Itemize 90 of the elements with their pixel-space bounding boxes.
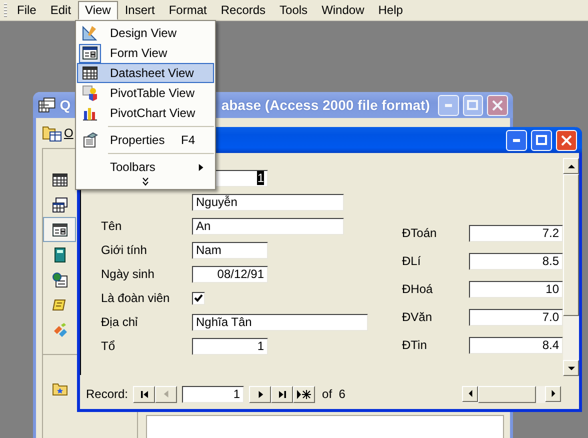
previous-record-button[interactable] (155, 386, 178, 402)
field-label: ĐHoá (402, 282, 434, 296)
input-field[interactable]: Nghĩa Tân (192, 314, 368, 330)
new-record-icon (297, 390, 312, 398)
input-field[interactable]: Nguyễn (192, 194, 344, 210)
menu-item[interactable]: Tools (272, 0, 315, 20)
minimize-button[interactable] (506, 130, 527, 150)
maximize-button[interactable] (531, 130, 552, 150)
bar-chart-icon (82, 105, 98, 121)
window-title: abase (Access 2000 file format) (221, 97, 430, 113)
checkbox[interactable] (192, 292, 205, 304)
scroll-icon (52, 296, 68, 312)
input-field[interactable]: 10 (469, 280, 563, 298)
submenu-arrow-icon (198, 164, 205, 170)
menu-item[interactable]: Form View (77, 43, 214, 63)
next-record-button[interactable] (249, 386, 272, 402)
menu-item[interactable]: Insert (118, 0, 162, 20)
last-record-button[interactable] (271, 386, 294, 402)
menu-item[interactable]: Edit (43, 0, 78, 20)
menu-item[interactable]: Window (314, 0, 372, 20)
menu-item[interactable]: View (78, 0, 118, 20)
puzzle-icon (52, 322, 68, 338)
input-field[interactable]: Nam (192, 242, 268, 258)
field-label: ĐLí (402, 254, 422, 268)
menu-item[interactable]: Design View (77, 23, 214, 43)
new-record-button[interactable] (293, 386, 316, 402)
maximize-icon (467, 100, 478, 110)
minimize-icon (444, 104, 452, 106)
query-icon (52, 196, 68, 212)
last-icon (278, 390, 286, 398)
field-label: Tổ (101, 339, 116, 353)
page-icon (52, 272, 68, 288)
left-arrow-icon (466, 390, 474, 397)
report-icon (52, 246, 68, 262)
down-arrow-icon (568, 364, 574, 372)
menu-item[interactable]: PivotChart View (77, 103, 214, 123)
right-arrow-icon (256, 390, 264, 398)
grid-icon (82, 65, 98, 81)
input-field[interactable]: An (192, 218, 344, 234)
field-label: Giới tính (101, 243, 148, 257)
open-label[interactable]: O (64, 126, 74, 140)
menu-item[interactable]: Records (214, 0, 273, 20)
menu-item[interactable]: Datasheet View (77, 63, 214, 83)
form-icon (52, 222, 68, 238)
record-number-field[interactable]: 1 (182, 386, 244, 402)
table-icon (52, 172, 68, 188)
minimize-icon (513, 138, 520, 142)
right-arrow-icon (550, 390, 556, 397)
pivot-table-icon (82, 85, 98, 101)
input-field[interactable]: 8.4 (469, 336, 563, 354)
database-icon (38, 97, 56, 113)
triangle-ruler-icon (82, 25, 98, 41)
close-icon (561, 134, 572, 146)
field-label: ĐTin (402, 338, 428, 352)
menu-item[interactable]: Help (371, 0, 410, 20)
field-label: Ngày sinh (101, 267, 156, 281)
maximize-button[interactable] (462, 94, 484, 116)
maximize-icon (536, 135, 547, 145)
record-label: Record: (86, 387, 128, 401)
menu-item[interactable]: File (10, 0, 44, 20)
close-icon (492, 100, 504, 110)
double-chevron-icon (142, 177, 149, 186)
vertical-scrollbar[interactable] (563, 158, 579, 376)
check-icon (194, 294, 203, 302)
close-button[interactable] (487, 94, 508, 116)
input-field[interactable]: 7.2 (469, 224, 563, 242)
field-label: Là đoàn viên (101, 291, 171, 305)
field-label: ĐVăn (402, 310, 434, 324)
properties-icon (82, 132, 98, 148)
first-record-button[interactable] (133, 386, 156, 402)
input-field[interactable]: 08/12/91 (192, 266, 268, 282)
object-item[interactable] (43, 217, 76, 242)
window-title: Q (60, 97, 71, 113)
horizontal-scrollbar[interactable] (462, 386, 561, 402)
record-count: of 6 (322, 387, 346, 401)
field-label: Địa chỉ (101, 315, 139, 329)
up-arrow-icon (568, 162, 574, 170)
menu-item[interactable]: Format (162, 0, 214, 20)
input-field[interactable]: 7.0 (469, 308, 563, 326)
left-arrow-icon (162, 390, 170, 398)
close-button[interactable] (556, 130, 577, 150)
first-icon (140, 390, 148, 398)
open-folder-icon (42, 124, 62, 142)
input-field[interactable]: 8.5 (469, 252, 563, 270)
field-label: ĐToán (402, 226, 438, 240)
input-field[interactable]: 1 (192, 338, 268, 354)
grip-handle[interactable] (4, 3, 7, 17)
menu-item[interactable]: PivotTable View (77, 83, 214, 103)
form-icon (82, 45, 98, 61)
field-label: Tên (101, 219, 123, 233)
